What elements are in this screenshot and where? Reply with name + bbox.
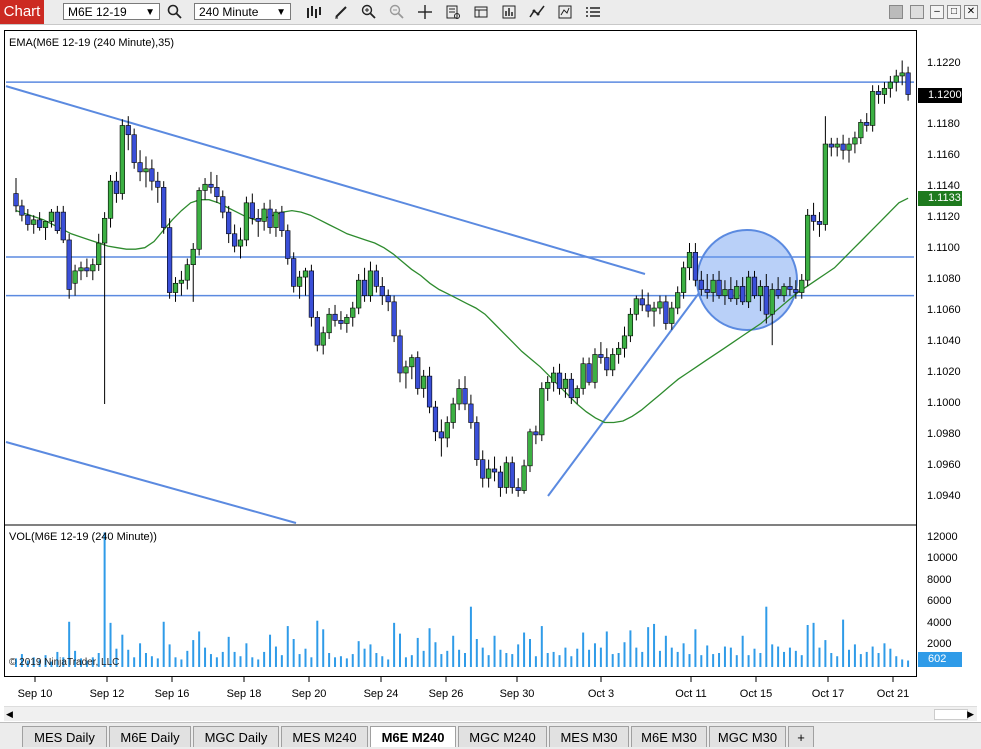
- menu-list-icon[interactable]: [584, 3, 602, 21]
- close-button[interactable]: ✕: [964, 5, 978, 19]
- price-tick-label: 1.1180: [927, 118, 960, 131]
- time-tick-label: Sep 12: [89, 688, 125, 700]
- time-tick-label: Sep 30: [499, 688, 535, 700]
- chart-tab-bar: MES Daily M6E Daily MGC Daily MES M240 M6E M…: [0, 722, 981, 749]
- scrollbar-thumb[interactable]: [934, 709, 968, 720]
- instrument-selector[interactable]: M6E 12-19 ▼: [63, 3, 160, 20]
- bar-type-icon[interactable]: [304, 3, 322, 21]
- chart-area[interactable]: [4, 30, 917, 677]
- templates-icon[interactable]: [472, 3, 490, 21]
- zoom-out-icon[interactable]: [388, 3, 406, 21]
- search-icon[interactable]: [166, 3, 184, 21]
- pencil-icon[interactable]: [332, 3, 350, 21]
- chart-tab[interactable]: MES M240: [281, 726, 368, 747]
- strategies-icon[interactable]: [556, 3, 574, 21]
- price-tick-label: 1.0940: [927, 489, 961, 502]
- indicators-icon[interactable]: [528, 3, 546, 21]
- time-tick-label: Sep 24: [363, 688, 399, 700]
- maximize-button[interactable]: □: [947, 5, 961, 19]
- volume-tick-label: 12000: [927, 530, 958, 543]
- minimize-button[interactable]: –: [930, 5, 944, 19]
- volume-tick-label: 10000: [927, 552, 958, 565]
- crosshair-icon[interactable]: [416, 3, 434, 21]
- scroll-left-icon[interactable]: ◀: [6, 709, 13, 720]
- instrument-value: M6E 12-19: [68, 5, 127, 19]
- chevron-down-icon: ▼: [145, 7, 155, 18]
- volume-tick-label: 8000: [927, 573, 952, 586]
- zoom-in-icon[interactable]: [360, 3, 378, 21]
- last-volume-badge: 602: [918, 651, 962, 667]
- price-tick-label: 1.1080: [927, 273, 961, 286]
- time-tick-label: Oct 15: [739, 688, 773, 700]
- chart-tab[interactable]: MGC M30: [709, 726, 786, 747]
- price-panel-label: EMA(M6E 12-19 (240 Minute),35): [9, 37, 175, 49]
- window-pin-icon[interactable]: [910, 5, 924, 19]
- time-tick-label: Oct 17: [811, 688, 845, 700]
- volume-tick-label: 2000: [927, 638, 952, 651]
- chart-tab[interactable]: MES M30: [549, 726, 629, 747]
- app-title: Chart: [0, 0, 44, 24]
- volume-tick-label: 6000: [927, 595, 952, 608]
- chart-tab[interactable]: MES Daily: [22, 726, 107, 747]
- scroll-right-icon[interactable]: ▶: [967, 709, 974, 720]
- chart-properties-icon[interactable]: [500, 3, 518, 21]
- price-tick-label: 1.1060: [927, 304, 961, 317]
- data-box-icon[interactable]: [444, 3, 462, 21]
- time-tick-label: Oct 11: [675, 688, 707, 700]
- last-price-badge: 1.1200: [918, 87, 962, 103]
- window-color-icon[interactable]: [889, 5, 903, 19]
- chart-toolbar: Chart M6E 12-19 ▼ 240 Minute ▼ – □ ✕: [0, 0, 981, 25]
- price-tick-label: 1.1120: [927, 211, 960, 224]
- chart-tab[interactable]: M6E Daily: [109, 726, 191, 747]
- volume-panel-label: VOL(M6E 12-19 (240 Minute)): [9, 531, 157, 543]
- time-tick-label: Sep 20: [291, 688, 327, 700]
- price-tick-label: 1.1000: [927, 396, 961, 409]
- interval-value: 240 Minute: [199, 5, 259, 19]
- time-tick-label: Oct 21: [876, 688, 910, 700]
- price-tick-label: 1.1100: [927, 242, 960, 255]
- add-tab-button[interactable]: +: [788, 726, 814, 747]
- ema-value-badge: 1.1133: [918, 191, 962, 207]
- interval-selector[interactable]: 240 Minute ▼: [194, 3, 291, 20]
- price-tick-label: 1.1040: [927, 335, 961, 348]
- chart-tab[interactable]: MGC M240: [458, 726, 547, 747]
- time-tick-label: Sep 26: [428, 688, 464, 700]
- chevron-down-icon: ▼: [276, 7, 286, 18]
- volume-tick-label: 4000: [927, 616, 952, 629]
- price-tick-label: 1.0960: [927, 458, 961, 471]
- time-tick-label: Oct 3: [587, 688, 615, 700]
- price-tick-label: 1.0980: [927, 427, 961, 440]
- chart-tab[interactable]: MGC Daily: [193, 726, 279, 747]
- time-tick-label: Sep 18: [226, 688, 262, 700]
- chart-tab[interactable]: M6E M30: [631, 726, 707, 747]
- price-tick-label: 1.1220: [927, 56, 961, 69]
- chart-tab[interactable]: M6E M240: [370, 726, 456, 747]
- price-tick-label: 1.1160: [927, 149, 960, 162]
- copyright-notice: © 2019 NinjaTrader, LLC: [9, 657, 120, 668]
- horizontal-scrollbar[interactable]: ◀ ▶: [4, 706, 977, 721]
- time-tick-label: Sep 16: [154, 688, 190, 700]
- time-tick-label: Sep 10: [17, 688, 53, 700]
- price-tick-label: 1.1020: [927, 366, 961, 378]
